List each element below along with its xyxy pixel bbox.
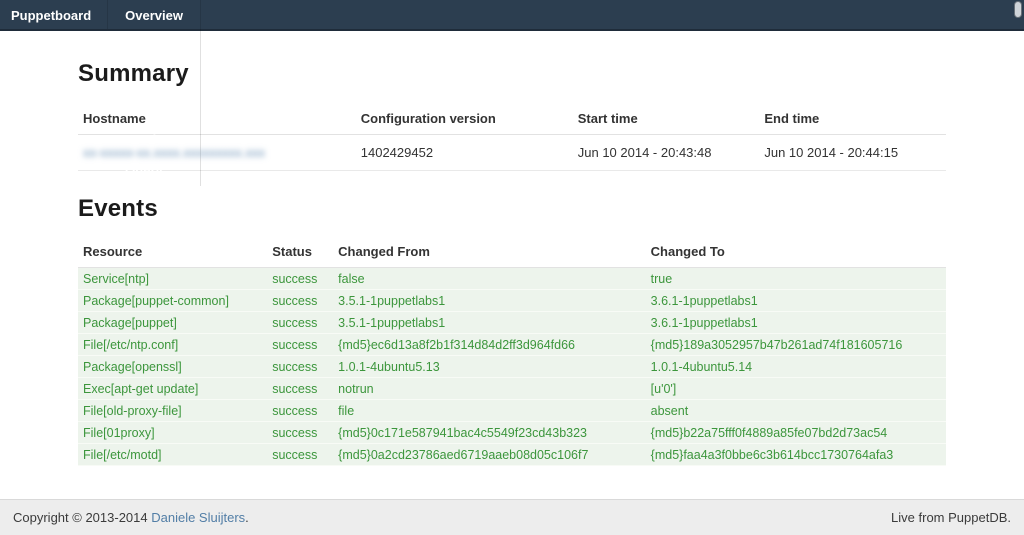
- event-cell-resource: File[/etc/ntp.conf]: [78, 334, 267, 356]
- event-cell-status: success: [267, 268, 333, 290]
- event-cell-changed-to: 3.6.1-1puppetlabs1: [646, 290, 946, 312]
- top-navbar: Puppetboard OverviewNodesFactsReportsMet…: [0, 0, 1024, 31]
- summary-end-time-cell: Jun 10 2014 - 20:44:15: [759, 135, 946, 171]
- event-cell-status: success: [267, 334, 333, 356]
- event-cell-resource: Exec[apt-get update]: [78, 378, 267, 400]
- event-cell-changed-from: notrun: [333, 378, 645, 400]
- copyright-prefix: Copyright © 2013-2014: [13, 510, 151, 525]
- events-heading: Events: [78, 171, 946, 223]
- summary-heading: Summary: [78, 31, 946, 88]
- event-cell-changed-from: file: [333, 400, 645, 422]
- event-cell-status: success: [267, 444, 333, 466]
- event-row: File[/etc/motd]success{md5}0a2cd23786aed…: [78, 444, 946, 466]
- event-cell-resource: Package[puppet-common]: [78, 290, 267, 312]
- summary-header-row: Hostname Configuration version Start tim…: [78, 102, 946, 135]
- navbar-items: OverviewNodesFactsReportsMetricsQuery: [108, 0, 201, 29]
- events-header-row: Resource Status Changed From Changed To: [78, 235, 946, 268]
- summary-start-time-cell: Jun 10 2014 - 20:43:48: [573, 135, 760, 171]
- event-cell-changed-to: {md5}b22a75fff0f4889a85fe07bd2d73ac54: [646, 422, 946, 444]
- event-row: File[old-proxy-file]successfileabsent: [78, 400, 946, 422]
- puppetboard-page: Puppetboard OverviewNodesFactsReportsMet…: [0, 0, 1024, 535]
- event-row: Package[openssl]success1.0.1-4ubuntu5.13…: [78, 356, 946, 378]
- event-cell-changed-to: [u'0']: [646, 378, 946, 400]
- event-cell-resource: File[01proxy]: [78, 422, 267, 444]
- event-cell-resource: File[old-proxy-file]: [78, 400, 267, 422]
- event-cell-changed-to: 1.0.1-4ubuntu5.14: [646, 356, 946, 378]
- summary-table: Hostname Configuration version Start tim…: [78, 102, 946, 171]
- summary-row: xx-xxxxx-xx.xxxx.xxxxxxxxx.xxx 140242945…: [78, 135, 946, 171]
- event-row: Package[puppet-common]success3.5.1-1pupp…: [78, 290, 946, 312]
- copyright-text: Copyright © 2013-2014 Daniele Sluijters.: [13, 510, 249, 525]
- main-content: Summary Hostname Configuration version S…: [78, 31, 946, 466]
- events-col-status: Status: [267, 235, 333, 268]
- navbar-brand-puppetboard[interactable]: Puppetboard: [0, 0, 108, 29]
- event-cell-changed-to: absent: [646, 400, 946, 422]
- nav-item-nodes[interactable]: Nodes: [108, 31, 201, 62]
- event-cell-status: success: [267, 290, 333, 312]
- events-col-changed-from: Changed From: [333, 235, 645, 268]
- events-col-changed-to: Changed To: [646, 235, 946, 268]
- event-cell-status: success: [267, 312, 333, 334]
- event-cell-resource: Package[openssl]: [78, 356, 267, 378]
- event-cell-changed-from: {md5}0c171e587941bac4c5549f23cd43b323: [333, 422, 645, 444]
- nav-item-overview[interactable]: Overview: [108, 0, 201, 31]
- event-cell-resource: File[/etc/motd]: [78, 444, 267, 466]
- event-cell-changed-to: {md5}189a3052957b47b261ad74f181605716: [646, 334, 946, 356]
- event-cell-changed-to: 3.6.1-1puppetlabs1: [646, 312, 946, 334]
- hostname-link-redacted[interactable]: xx-xxxxx-xx.xxxx.xxxxxxxxx.xxx: [83, 145, 265, 160]
- events-col-resource: Resource: [78, 235, 267, 268]
- event-cell-changed-from: 1.0.1-4ubuntu5.13: [333, 356, 645, 378]
- summary-col-start-time: Start time: [573, 102, 760, 135]
- event-row: File[/etc/ntp.conf]success{md5}ec6d13a8f…: [78, 334, 946, 356]
- event-row: File[01proxy]success{md5}0c171e587941bac…: [78, 422, 946, 444]
- summary-col-end-time: End time: [759, 102, 946, 135]
- author-link[interactable]: Daniele Sluijters: [151, 510, 245, 525]
- event-cell-status: success: [267, 400, 333, 422]
- event-cell-changed-from: {md5}ec6d13a8f2b1f314d84d2ff3d964fd66: [333, 334, 645, 356]
- event-row: Package[puppet]success3.5.1-1puppetlabs1…: [78, 312, 946, 334]
- event-cell-changed-to: true: [646, 268, 946, 290]
- page-footer: Copyright © 2013-2014 Daniele Sluijters.…: [0, 499, 1024, 535]
- event-cell-changed-from: 3.5.1-1puppetlabs1: [333, 290, 645, 312]
- copyright-suffix: .: [245, 510, 249, 525]
- events-table: Resource Status Changed From Changed To …: [78, 235, 946, 466]
- event-cell-resource: Service[ntp]: [78, 268, 267, 290]
- event-cell-status: success: [267, 422, 333, 444]
- event-row: Service[ntp]successfalsetrue: [78, 268, 946, 290]
- puppetdb-status-text: Live from PuppetDB.: [891, 510, 1011, 525]
- event-cell-changed-from: {md5}0a2cd23786aed6719aaeb08d05c106f7: [333, 444, 645, 466]
- summary-config-version-cell: 1402429452: [356, 135, 573, 171]
- event-cell-resource: Package[puppet]: [78, 312, 267, 334]
- summary-col-config-version: Configuration version: [356, 102, 573, 135]
- event-cell-changed-from: false: [333, 268, 645, 290]
- event-cell-changed-to: {md5}faa4a3f0bbe6c3b614bcc1730764afa3: [646, 444, 946, 466]
- scrollbar-thumb[interactable]: [1014, 1, 1022, 18]
- event-cell-changed-from: 3.5.1-1puppetlabs1: [333, 312, 645, 334]
- event-cell-status: success: [267, 356, 333, 378]
- event-row: Exec[apt-get update]successnotrun[u'0']: [78, 378, 946, 400]
- event-cell-status: success: [267, 378, 333, 400]
